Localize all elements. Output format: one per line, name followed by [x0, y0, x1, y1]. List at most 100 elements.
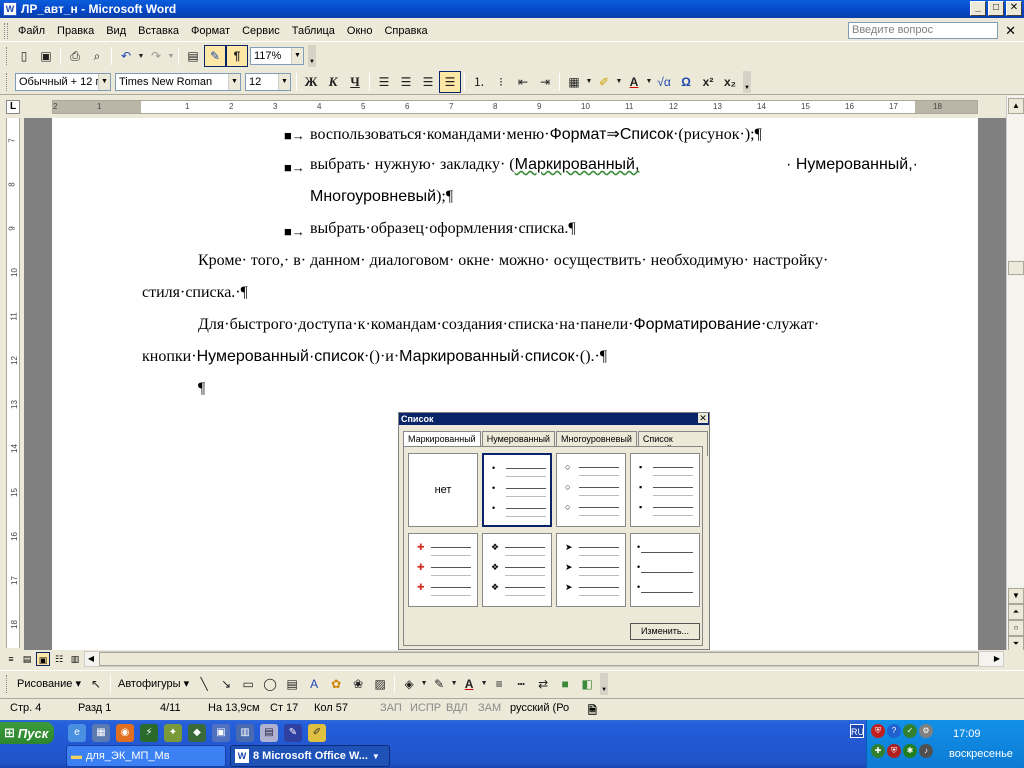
textbox-icon[interactable]: ▤	[281, 673, 303, 695]
line-icon[interactable]: ╲	[193, 673, 215, 695]
notepad-icon[interactable]: ✐	[308, 724, 326, 742]
volume-icon[interactable]: ♪	[919, 744, 933, 758]
redo-icon[interactable]: ↷	[145, 45, 167, 67]
document-icon[interactable]: ▤	[260, 724, 278, 742]
vertical-ruler[interactable]: 7 8 9 10 11 12 13 14 15 16 17 18	[4, 118, 22, 648]
menu-format[interactable]: Формат	[185, 23, 236, 39]
vertical-scroll-thumb[interactable]	[1008, 261, 1024, 275]
superscript-button[interactable]: x²	[697, 71, 719, 93]
settings-icon[interactable]: ⚙	[919, 724, 933, 738]
editor-icon[interactable]: ✎	[284, 724, 302, 742]
justify-icon[interactable]: ☰	[439, 70, 461, 93]
language-indicator[interactable]: RU	[850, 724, 864, 738]
desktop-icon[interactable]: ▦	[92, 724, 110, 742]
explorer-icon[interactable]: ▣	[212, 724, 230, 742]
web-view-icon[interactable]: ▤	[20, 652, 34, 666]
reading-view-icon[interactable]: ▥	[68, 652, 82, 666]
tool-icon[interactable]: ✦	[164, 724, 182, 742]
toolbar-options-icon[interactable]: ▼	[308, 45, 316, 67]
arrow-style-icon[interactable]: ⇄	[532, 673, 554, 695]
align-right-icon[interactable]: ☰	[417, 71, 439, 93]
bold-button[interactable]: Ж	[300, 71, 322, 93]
vertical-scrollbar[interactable]: ▲ ▼ ⏶ ○ ⏷	[1006, 96, 1024, 652]
zoom-select[interactable]: 117% ▼	[250, 47, 304, 65]
font-size-select[interactable]: 12 ▼	[245, 72, 291, 91]
menu-grip[interactable]	[4, 22, 8, 39]
print-icon[interactable]: ⎙	[64, 45, 86, 67]
graphics-icon[interactable]: ◆	[188, 724, 206, 742]
font-select[interactable]: Times New Roman ▼	[115, 72, 241, 91]
fill-color-icon[interactable]: ◈	[398, 673, 420, 695]
redo-dropdown-icon[interactable]: ▼	[167, 45, 175, 67]
menu-table[interactable]: Таблица	[286, 23, 341, 39]
horizontal-ruler[interactable]: 2 1 1 2 3 4 5 6 7 8 9 10 11 12 13 14 15 …	[52, 100, 978, 114]
firefox-icon[interactable]: ◉	[116, 724, 134, 742]
app-icon[interactable]: ⚡	[140, 724, 158, 742]
menu-tools[interactable]: Сервис	[236, 23, 286, 39]
menu-edit[interactable]: Правка	[51, 23, 100, 39]
taskbar-item-word[interactable]: W 8 Microsoft Office W... ▼	[230, 745, 390, 767]
menu-view[interactable]: Вид	[100, 23, 132, 39]
increase-indent-icon[interactable]: ⇥	[534, 71, 556, 93]
outline-view-icon[interactable]: ☷	[52, 652, 66, 666]
toolbar-grip[interactable]	[6, 47, 10, 65]
bulleted-list-icon[interactable]: ⁝	[490, 71, 512, 93]
show-formatting-button[interactable]: ¶	[226, 45, 248, 67]
menu-help[interactable]: Справка	[378, 23, 433, 39]
toolbar-grip[interactable]	[6, 674, 10, 693]
network-icon[interactable]: ✓	[903, 724, 917, 738]
chevron-down-icon[interactable]: ▼	[291, 48, 303, 64]
highlight-icon[interactable]: ✐	[593, 71, 615, 93]
menu-insert[interactable]: Вставка	[132, 23, 185, 39]
font-color-button[interactable]: A	[623, 71, 645, 93]
rectangle-icon[interactable]: ▭	[237, 673, 259, 695]
columns-icon[interactable]: ▤	[182, 45, 204, 67]
font-color-dropdown-icon[interactable]: ▼	[645, 71, 653, 93]
status-record[interactable]: ЗАП	[380, 702, 402, 714]
spelling-status-icon[interactable]: 🗎	[588, 702, 597, 721]
tab-selector-button[interactable]: L	[6, 100, 20, 114]
browse-object-icon[interactable]: ○	[1008, 620, 1024, 636]
help-search-input[interactable]: Введите вопрос	[848, 22, 998, 39]
undo-dropdown-icon[interactable]: ▼	[137, 45, 145, 67]
italic-button[interactable]: К	[322, 71, 344, 93]
save-icon[interactable]: ▣	[35, 45, 57, 67]
scroll-up-icon[interactable]: ▲	[1008, 98, 1024, 114]
taskbar-item-folder[interactable]: ▬ для_ЭК_МП_Мв	[66, 745, 226, 767]
undo-icon[interactable]: ↶	[115, 45, 137, 67]
line-color-dropdown-icon[interactable]: ▼	[450, 673, 458, 695]
status-overtype[interactable]: ЗАМ	[478, 702, 501, 714]
previous-page-icon[interactable]: ⏶	[1008, 604, 1024, 620]
maximize-button[interactable]: □	[988, 1, 1004, 16]
equation-icon[interactable]: √α	[653, 71, 675, 93]
symbol-button[interactable]: Ω	[675, 71, 697, 93]
minimize-button[interactable]: _	[970, 1, 986, 16]
status-extend[interactable]: ВДЛ	[446, 702, 468, 714]
decrease-indent-icon[interactable]: ⇤	[512, 71, 534, 93]
toolbar-options-icon[interactable]: ▼	[743, 70, 751, 93]
print-preview-icon[interactable]: ⌕	[86, 45, 108, 67]
dash-style-icon[interactable]: ┅	[510, 673, 532, 695]
menu-file[interactable]: Файл	[12, 23, 51, 39]
ie-icon[interactable]: e	[68, 724, 86, 742]
antivirus-icon[interactable]: ✚	[871, 744, 885, 758]
help-icon[interactable]: ?	[887, 724, 901, 738]
close-document-icon[interactable]: ✕	[1005, 23, 1016, 39]
borders-dropdown-icon[interactable]: ▼	[585, 71, 593, 93]
normal-view-icon[interactable]: ≡	[4, 652, 18, 666]
scroll-down-icon[interactable]: ▼	[1008, 588, 1024, 604]
clipart-icon[interactable]: ❀	[347, 673, 369, 695]
align-left-icon[interactable]: ☰	[373, 71, 395, 93]
media-icon[interactable]: ▥	[236, 724, 254, 742]
drawing-toggle-icon[interactable]: ✎	[204, 45, 226, 67]
font-color-draw-icon[interactable]: A	[458, 673, 480, 695]
start-button[interactable]: ⊞ Пуск	[0, 722, 54, 744]
shadow-icon[interactable]: ■	[554, 673, 576, 695]
chevron-down-icon[interactable]: ▼	[228, 73, 240, 90]
new-document-icon[interactable]: ▯	[13, 45, 35, 67]
diagram-icon[interactable]: ✿	[325, 673, 347, 695]
borders-icon[interactable]: ▦	[563, 71, 585, 93]
font-color-draw-dropdown-icon[interactable]: ▼	[480, 673, 488, 695]
drawing-menu-button[interactable]: Рисование ▾	[13, 677, 85, 690]
bug-icon[interactable]: ✱	[903, 744, 917, 758]
